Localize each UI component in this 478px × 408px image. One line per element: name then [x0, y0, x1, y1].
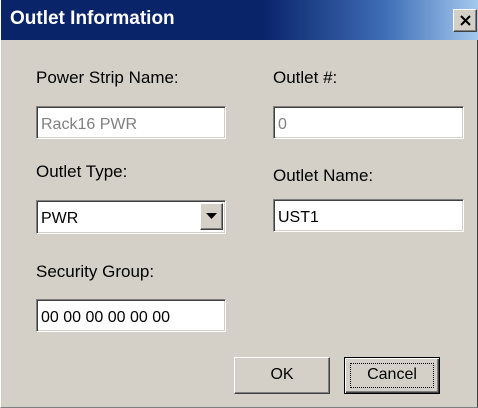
outlet-number-label: Outlet #: [273, 68, 338, 87]
dropdown-button[interactable] [200, 203, 223, 230]
outlet-name-label: Outlet Name: [273, 166, 374, 185]
outlet-number-field[interactable]: 0 [273, 106, 464, 139]
outlet-information-dialog: Outlet Information Power Strip Name: Rac… [0, 0, 478, 408]
cancel-button-label: Cancel [367, 366, 417, 383]
outlet-type-select[interactable]: PWR [36, 200, 226, 234]
close-button[interactable] [453, 9, 477, 32]
power-strip-name-label: Power Strip Name: [36, 68, 179, 87]
outlet-type-label: Outlet Type: [36, 162, 128, 181]
window-title: Outlet Information [10, 8, 175, 29]
title-bar[interactable]: Outlet Information [1, 0, 478, 40]
close-icon [460, 15, 471, 26]
outlet-name-field[interactable]: UST1 [273, 199, 464, 232]
cancel-button[interactable]: Cancel [344, 357, 440, 394]
outlet-type-value: PWR [41, 210, 79, 227]
security-group-label: Security Group: [36, 262, 155, 281]
chevron-down-icon [206, 213, 217, 219]
security-group-field[interactable]: 00 00 00 00 00 00 [36, 299, 226, 332]
ok-button-label: OK [270, 366, 294, 383]
ok-button[interactable]: OK [234, 357, 330, 394]
power-strip-name-field[interactable]: Rack16 PWR [36, 106, 226, 139]
